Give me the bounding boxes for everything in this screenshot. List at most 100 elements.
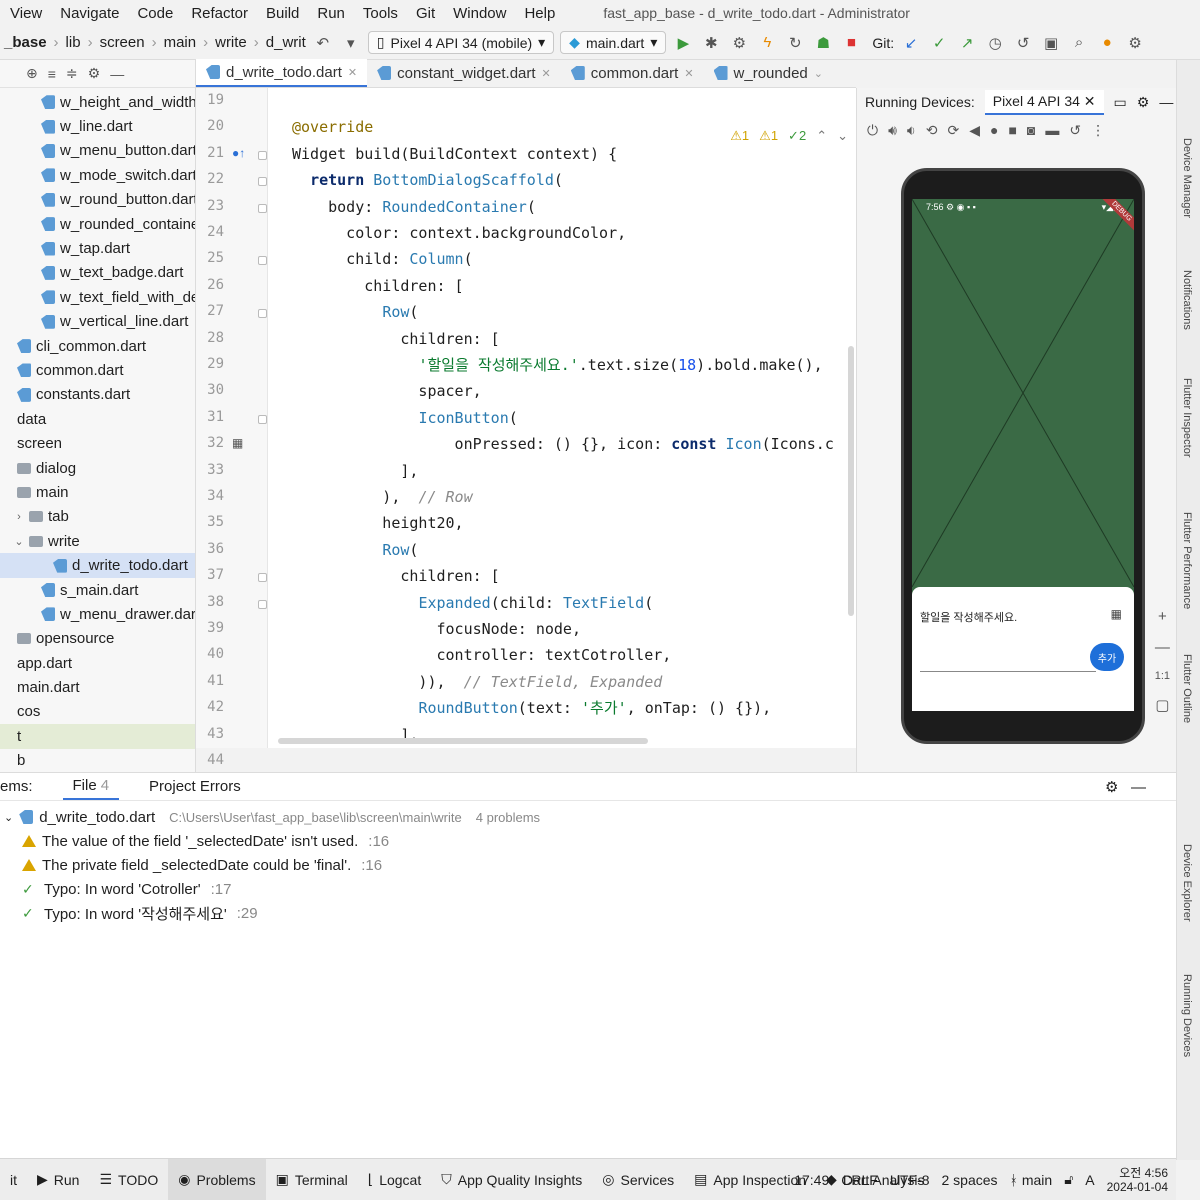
line-separator[interactable]: CRLF	[841, 1172, 878, 1188]
settings-icon[interactable]: ⚙	[88, 65, 101, 82]
tree-item[interactable]: d_write_todo.dart	[0, 553, 195, 578]
tree-item[interactable]: app.dart	[0, 651, 195, 675]
zoom-out-icon[interactable]: —	[1155, 639, 1170, 656]
tree-item[interactable]: w_text_badge.dart	[0, 261, 195, 285]
code-line[interactable]: return BottomDialogScaffold(	[268, 167, 563, 193]
code-line[interactable]: ],	[268, 458, 418, 484]
tab-file[interactable]: File 4	[62, 773, 120, 800]
tree-item[interactable]: w_menu_drawer.dart	[0, 602, 195, 626]
screenshot-icon[interactable]: ◙	[1027, 122, 1035, 138]
code-line[interactable]: children: [	[268, 326, 499, 352]
overview-icon[interactable]: ■	[1008, 122, 1016, 138]
hide-icon[interactable]: —	[110, 66, 124, 82]
profile-icon[interactable]: ☗	[812, 32, 834, 54]
code-line[interactable]: ), // Row	[268, 484, 472, 510]
tree-item[interactable]: › tab	[0, 505, 195, 529]
record-icon[interactable]: ▬	[1045, 122, 1059, 138]
fold-marker-icon[interactable]	[258, 256, 267, 266]
hot-reload-icon[interactable]: ϟ	[756, 32, 778, 54]
tab-services[interactable]: ◎ Services	[592, 1171, 684, 1188]
fold-marker-icon[interactable]	[258, 150, 267, 160]
inspection-widget[interactable]: ⚠1 ⚠1 ✓2 ⌃ ⌄	[730, 128, 848, 144]
tree-item[interactable]: s_main.dart	[0, 578, 195, 602]
tab-logcat[interactable]: ⌊ Logcat	[358, 1171, 432, 1188]
tree-item[interactable]: cos	[0, 700, 195, 724]
device-screen[interactable]: 7:56 ⚙ ◉ ▪ ▪ ▾◢▮ DEBUG 할일을 작성해주세요. ▦ 추가	[912, 199, 1134, 711]
tab-todo[interactable]: ☰ TODO	[89, 1171, 168, 1188]
menu-run[interactable]: Run	[317, 5, 345, 22]
code-line[interactable]: Expanded(child: TextField(	[268, 590, 653, 616]
todo-text-field[interactable]	[920, 671, 1096, 672]
tree-item[interactable]: w_menu_button.dart	[0, 139, 195, 163]
code-line[interactable]: @override	[268, 114, 373, 140]
hot-restart-icon[interactable]: ↻	[784, 32, 806, 54]
tree-item[interactable]: w_tap.dart	[0, 236, 195, 260]
power-icon[interactable]: ⏻	[867, 122, 878, 139]
code-editor[interactable]: @override Widget build(BuildContext conte…	[268, 88, 856, 748]
debug-icon[interactable]: ✱	[700, 32, 722, 54]
calendar-icon[interactable]: ▦	[1111, 607, 1122, 621]
run-config-selector[interactable]: ◆ main.dart ▾	[560, 31, 667, 54]
stop-icon[interactable]: ■	[840, 32, 862, 54]
code-line[interactable]: Row(	[268, 537, 418, 563]
code-line[interactable]: children: [	[268, 273, 463, 299]
device-explorer-tool[interactable]: Device Explorer	[1181, 844, 1193, 922]
caret-position[interactable]: 17:49	[794, 1172, 829, 1188]
expand-all-icon[interactable]: ≡	[48, 66, 56, 82]
fold-marker-icon[interactable]	[258, 203, 267, 213]
problem-file-row[interactable]: ⌄ d_write_todo.dart C:\Users\User\fast_a…	[0, 805, 1176, 829]
add-button[interactable]: 추가	[1090, 643, 1124, 671]
code-line[interactable]: controller: textCotroller,	[268, 642, 671, 668]
volume-up-icon[interactable]: 🔊︎	[888, 122, 897, 139]
problem-item[interactable]: The value of the field '_selectedDate' i…	[0, 829, 1176, 853]
tree-item[interactable]: w_text_field_with_dele	[0, 285, 195, 309]
prev-highlight-icon[interactable]: ⌃	[816, 128, 827, 144]
actual-size-icon[interactable]: 1:1	[1155, 670, 1170, 682]
breadcrumb-main[interactable]: main	[164, 34, 197, 51]
system-clock[interactable]: 오전 4:56 2024-01-04	[1107, 1166, 1168, 1194]
code-line[interactable]: '할일을 작성해주세요.'.text.size(18).bold.make(),	[268, 352, 822, 378]
rotate-right-icon[interactable]: ⟳	[947, 122, 959, 139]
tab-git[interactable]: it	[0, 1172, 27, 1188]
close-icon[interactable]: ✕	[542, 67, 551, 80]
flutter-performance-tool[interactable]: Flutter Performance	[1181, 512, 1193, 609]
breadcrumb-lib[interactable]: lib	[66, 34, 81, 51]
menu-code[interactable]: Code	[137, 5, 173, 22]
next-highlight-icon[interactable]: ⌄	[837, 128, 848, 144]
flutter-inspector-tool[interactable]: Flutter Inspector	[1181, 378, 1193, 457]
fit-screen-icon[interactable]: ▢	[1155, 696, 1169, 714]
problem-item[interactable]: ✓ Typo: In word '작성해주세요':29	[0, 901, 1176, 925]
tab-common[interactable]: common.dart ✕	[561, 59, 704, 87]
tree-item[interactable]: opensource	[0, 627, 195, 651]
run-icon[interactable]: ▶	[672, 32, 694, 54]
tree-item[interactable]: dialog	[0, 456, 195, 480]
code-line[interactable]: Widget build(BuildContext context) {	[268, 141, 617, 167]
menu-build[interactable]: Build	[266, 5, 299, 22]
tree-item[interactable]: screen	[0, 431, 195, 455]
rotate-left-icon[interactable]: ⟲	[926, 122, 938, 139]
chevron-down-icon[interactable]: ⌄	[14, 535, 24, 548]
code-line[interactable]: height20,	[268, 510, 463, 536]
home-icon[interactable]: ●	[990, 122, 998, 138]
breadcrumb-write[interactable]: write	[215, 34, 247, 51]
more-icon[interactable]: ⋮	[1091, 122, 1105, 139]
tree-item[interactable]: main	[0, 480, 195, 504]
code-line[interactable]: IconButton(	[268, 405, 517, 431]
collapse-all-icon[interactable]: ≑	[66, 65, 78, 82]
search-icon[interactable]: ⌕	[1068, 32, 1090, 54]
tab-problems[interactable]: ◉ Problems	[168, 1159, 266, 1200]
breadcrumb-screen[interactable]: screen	[100, 34, 145, 51]
tree-item[interactable]: t	[0, 724, 195, 749]
attach-icon[interactable]: ⚙	[728, 32, 750, 54]
dropdown-icon[interactable]: ▾	[340, 32, 362, 54]
back-icon[interactable]: ◀	[969, 122, 980, 139]
code-line[interactable]: focusNode: node,	[268, 616, 581, 642]
update-icon[interactable]: ●	[1096, 32, 1118, 54]
tree-item[interactable]: main.dart	[0, 675, 195, 699]
settings-icon[interactable]: ⚙ —	[1105, 778, 1146, 796]
locate-icon[interactable]: ⊕	[26, 65, 38, 82]
tree-item[interactable]: common.dart	[0, 358, 195, 382]
horizontal-scrollbar[interactable]	[278, 738, 648, 744]
override-marker-icon[interactable]: ●↑	[232, 146, 245, 160]
vertical-scrollbar[interactable]	[848, 346, 854, 616]
